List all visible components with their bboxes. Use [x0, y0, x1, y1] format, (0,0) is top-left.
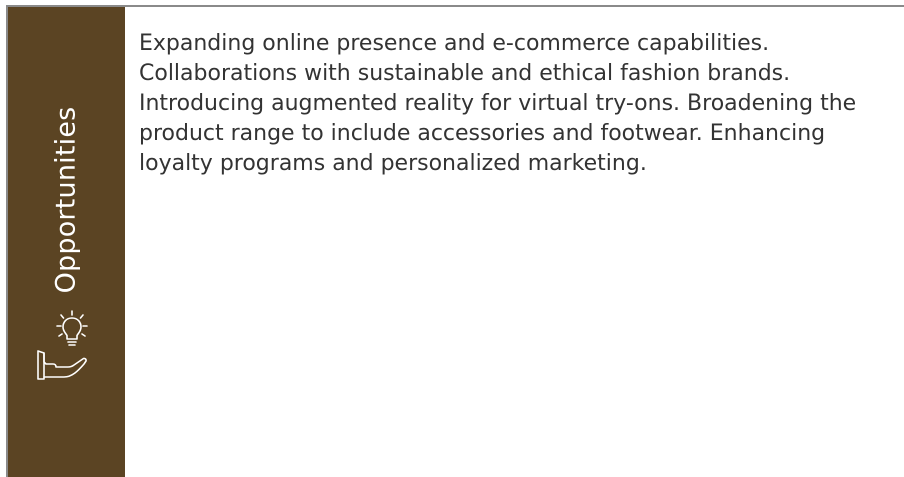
opportunities-text: Expanding online presence and e-commerce… [139, 31, 857, 176]
hand-lightbulb-icon [37, 310, 88, 380]
section-label: Opportunities [50, 106, 82, 294]
side-band: Opportunities [8, 7, 125, 477]
opportunities-card: Opportunities Expanding online presence … [6, 5, 904, 477]
